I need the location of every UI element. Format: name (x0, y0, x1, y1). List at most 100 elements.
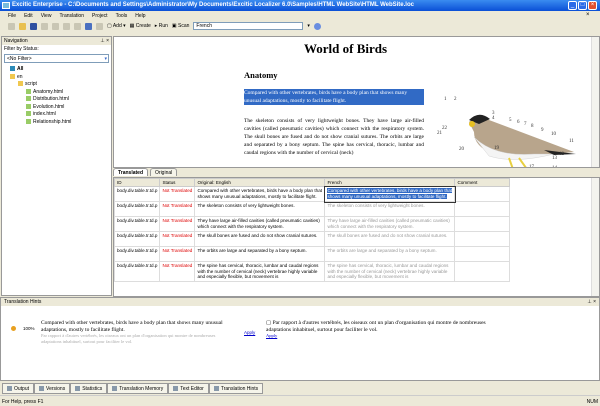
tree-label: script (25, 81, 37, 87)
table-row[interactable]: body.div.table.tr.td.p Not Translated The … (114, 231, 511, 247)
tab-icon (173, 386, 179, 391)
tree-item[interactable]: en (10, 74, 111, 82)
table-row[interactable]: body.div.table.tr.td.p Not Translated Comp… (114, 185, 511, 203)
filter-select[interactable]: <No Filter> ▾ (4, 54, 109, 63)
menu-view[interactable]: View (41, 13, 52, 20)
translation-hints-pane: Translation Hints ⊥ × 100% Compared with … (0, 297, 600, 381)
minimize-button[interactable]: _ (568, 1, 577, 10)
close-doc-icon[interactable]: × (586, 12, 590, 18)
tree-item[interactable]: All (10, 66, 111, 74)
cell-french[interactable]: The skeleton consists of very lightweigh… (324, 201, 456, 217)
save-icon[interactable] (30, 22, 37, 30)
add-button[interactable]: ▢ Add ▾ (107, 23, 126, 29)
table-row[interactable]: body.div.table.tr.td.p Not Translated The … (114, 246, 511, 262)
cell-id: body.div.table.tr.td.p (114, 246, 161, 262)
figure-label: 19 (494, 146, 500, 151)
language-select[interactable]: French (193, 22, 304, 30)
cell-french[interactable]: The skull bones are fused and do not sho… (324, 231, 456, 247)
tree-item[interactable]: script (10, 81, 111, 89)
cell-original: They have large air-filled cavities (cal… (194, 216, 326, 232)
tab-icon (213, 386, 219, 391)
paste-icon[interactable] (63, 22, 70, 30)
apply-link[interactable]: Apply (244, 330, 255, 335)
cell-french[interactable]: The orbits are large and separated by a … (324, 246, 456, 262)
tree-item[interactable]: Distribution.html (10, 96, 111, 104)
folder-icon (10, 73, 15, 79)
tree-item[interactable]: Relationship.html (10, 119, 111, 127)
figure-label: 17 (529, 165, 535, 168)
highlighted-segment[interactable]: Compared with other vertebrates, birds h… (244, 89, 424, 105)
menu-file[interactable]: File (8, 13, 16, 20)
cell-comment (454, 186, 511, 202)
cell-french[interactable]: The spine has cervical, thoracic, lumbar… (324, 261, 456, 282)
copy-icon[interactable] (52, 22, 59, 30)
menu-translation[interactable]: Translation (59, 13, 84, 20)
column-header[interactable]: Status (159, 178, 196, 187)
cell-comment (454, 231, 511, 247)
column-header[interactable]: ID (114, 178, 161, 187)
bottom-tab-versions[interactable]: Versions (34, 383, 71, 394)
maximize-button[interactable]: □ (578, 1, 587, 10)
cell-original: The spine has cervical, thoracic, lumbar… (194, 261, 326, 282)
menu-tools[interactable]: Tools (116, 13, 128, 20)
bottom-tab-text-editor[interactable]: Text Editor (168, 383, 209, 394)
dropdown-arrow-icon[interactable]: ▾ (307, 23, 310, 29)
pin-close-icons[interactable]: ⊥ × (587, 299, 596, 305)
cell-original: The orbits are large and separated by a … (194, 246, 326, 262)
figure-label: 7 (524, 122, 527, 127)
new-icon[interactable] (8, 22, 15, 30)
figure-label: 1 (444, 97, 447, 102)
redo-icon[interactable] (96, 22, 103, 30)
apply-link-2[interactable]: Apply (266, 333, 277, 338)
menu-project[interactable]: Project (92, 13, 108, 20)
open-icon[interactable] (19, 22, 26, 30)
find-icon[interactable] (74, 22, 81, 30)
tree-label: en (17, 73, 23, 80)
column-header[interactable]: French (324, 178, 456, 187)
cell-french[interactable]: Compared with other vertebrates, birds h… (323, 185, 456, 203)
create-button[interactable]: ▦ Create (130, 23, 151, 29)
tree-label: Distribution.html (33, 96, 69, 102)
num-indicator: NUM (586, 399, 598, 405)
bottom-tab-translation-hints[interactable]: Translation Hints (208, 383, 264, 394)
bird-skeleton-figure: 1 234 5 6 7 891011121314171819202122 (437, 97, 576, 168)
pin-close-icons[interactable]: ⊥ × (100, 38, 109, 44)
table-row[interactable]: body.div.table.tr.td.p Not Translated They… (114, 216, 511, 232)
column-header[interactable]: Original: English (194, 178, 326, 187)
tab-original[interactable]: Original (150, 168, 178, 176)
table-row[interactable]: body.div.table.tr.td.p Not Translated The … (114, 261, 511, 282)
preview-scrollbar[interactable] (591, 37, 599, 167)
file-icon (26, 103, 31, 109)
column-header[interactable]: Comment (454, 178, 511, 187)
bottom-tab-statistics[interactable]: Statistics (70, 383, 108, 394)
close-button[interactable]: × (588, 1, 597, 10)
run-button[interactable]: ▸ Run (155, 23, 168, 29)
menu-help[interactable]: Help (135, 13, 145, 20)
tree-item[interactable]: index.html (10, 111, 111, 119)
figure-label: 10 (551, 132, 557, 137)
file-tree: All en script Anatomy.html Distribution.html… (2, 64, 111, 126)
menu-edit[interactable]: Edit (24, 13, 33, 20)
tree-item[interactable]: Evolution.html (10, 104, 111, 112)
bottom-tab-output[interactable]: Output (2, 383, 35, 394)
tab-translated[interactable]: Translated (113, 168, 149, 176)
undo-icon[interactable] (85, 22, 92, 30)
figure-label: 21 (437, 131, 443, 136)
cut-icon[interactable] (41, 22, 48, 30)
tree-item[interactable]: Anatomy.html (10, 89, 111, 97)
cell-original: Compared with other vertebrates, birds h… (194, 186, 326, 202)
globe-icon[interactable] (313, 22, 321, 30)
bottom-tab-translation-memory[interactable]: Translation Memory (107, 383, 169, 394)
figure-label: 2 (454, 97, 457, 102)
folder-icon (10, 66, 15, 72)
figure-label: 22 (442, 126, 448, 131)
grid-scrollbar[interactable] (591, 178, 599, 296)
figure-label: 5 (509, 118, 512, 123)
cell-comment (454, 216, 511, 232)
cell-original: The skeleton consists of very lightweigh… (194, 201, 326, 217)
scan-button[interactable]: ▣ Scan (172, 23, 190, 29)
cell-french[interactable]: They have large air-filled cavities (cal… (324, 216, 456, 232)
app-icon (2, 2, 10, 9)
table-row[interactable]: body.div.table.tr.td.p Not Translated The … (114, 201, 511, 217)
title-bar: Excitic Enterprise - C:\Documents and Se… (0, 0, 600, 11)
